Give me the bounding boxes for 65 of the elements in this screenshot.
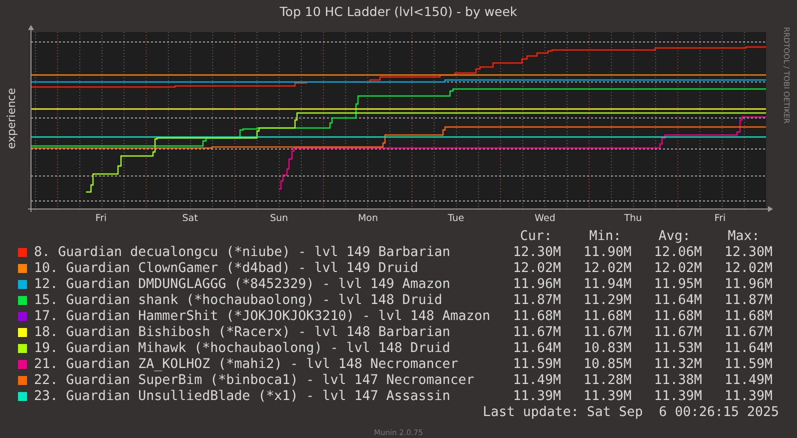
x-axis-label: Fri <box>95 213 107 226</box>
min-value: 11.39M <box>584 388 633 405</box>
min-value: 11.29M <box>584 292 633 309</box>
x-axis-label: Sat <box>182 213 198 226</box>
cur-value: 11.39M <box>513 388 562 405</box>
column-header: Cur: <box>520 228 554 245</box>
max-value: 11.49M <box>724 372 773 389</box>
min-value: 11.67M <box>584 324 633 341</box>
legend-label: 15. Guardian shank (*hochaubaolong) - lvl 148 Druid <box>33 292 444 309</box>
legend-label: 8. Guardian decualongcu (*niube) - lvl 149 Barbarian <box>33 244 452 261</box>
legend-label: 22. Guardian SuperBim (*binboca1) - lvl 147 Necromancer <box>33 372 476 389</box>
legend-label: 12. Guardian DMDUNGLAGGG (*8452329) - lvl 149 Amazon <box>33 276 452 293</box>
legend-label: 21. Guardian ZA_KOLHOZ (*mahi2) - lvl 148 Necromancer <box>33 356 460 373</box>
min-value: 11.90M <box>584 244 633 261</box>
legend-label: 10. Guardian ClownGamer (*d4bad) - lvl 149 Druid <box>33 260 420 277</box>
cur-value: 11.68M <box>513 308 562 325</box>
max-value: 12.02M <box>724 260 773 277</box>
y-axis-label: experience <box>4 88 19 149</box>
avg-value: 11.95M <box>654 276 704 293</box>
avg-value: 11.64M <box>654 292 704 309</box>
cur-value: 11.96M <box>513 276 562 293</box>
max-value: 11.39M <box>724 388 773 405</box>
cur-value: 11.67M <box>513 324 562 341</box>
x-axis-label: Thu <box>624 213 642 226</box>
min-value: 10.85M <box>584 356 633 373</box>
min-value: 12.02M <box>584 260 633 277</box>
min-value: 11.94M <box>584 276 633 293</box>
column-header: Min: <box>589 228 622 245</box>
legend-label: 23. Guardian UnsulliedBlade (*x1) - lvl 147 Assassin <box>33 388 452 405</box>
cur-value: 12.02M <box>513 260 562 277</box>
x-axis-label: Wed <box>534 213 556 226</box>
avg-value: 11.38M <box>654 372 704 389</box>
avg-value: 12.06M <box>654 244 704 261</box>
x-axis-label: Tue <box>448 213 464 226</box>
avg-value: 11.53M <box>654 340 704 357</box>
column-header: Max: <box>728 228 761 245</box>
max-value: 11.59M <box>724 356 773 373</box>
chart-title: Top 10 HC Ladder (lvl<150) - by week <box>280 3 518 22</box>
last-update-text: Last update: Sat Sep 6 00:26:15 2025 <box>482 404 779 421</box>
max-value: 11.68M <box>724 308 773 325</box>
cur-value: 11.59M <box>513 356 562 373</box>
cur-value: 11.64M <box>513 340 562 357</box>
max-value: 11.67M <box>724 324 773 341</box>
max-value: 11.87M <box>724 292 773 309</box>
x-axis-label: Sun <box>270 213 288 226</box>
avg-value: 11.68M <box>654 308 704 325</box>
x-axis-label: Fri <box>714 213 726 226</box>
min-value: 11.28M <box>584 372 633 389</box>
avg-value: 11.39M <box>654 388 704 405</box>
x-axis-label: Mon <box>358 213 378 226</box>
column-header: Avg: <box>658 228 692 245</box>
max-value: 12.30M <box>724 244 773 261</box>
cur-value: 11.49M <box>513 372 562 389</box>
min-value: 10.83M <box>584 340 633 357</box>
avg-value: 11.32M <box>654 356 704 373</box>
legend-label: 18. Guardian Bishibosh (*Racerx) - lvl 148 Barbarian <box>33 324 452 341</box>
cur-value: 12.30M <box>513 244 562 261</box>
min-value: 11.68M <box>584 308 633 325</box>
legend-label: 19. Guardian Mihawk (*hochaubaolong) - lvl 148 Druid <box>33 340 452 357</box>
cur-value: 11.87M <box>513 292 562 309</box>
avg-value: 11.67M <box>654 324 704 341</box>
max-value: 11.96M <box>724 276 773 293</box>
avg-value: 12.02M <box>654 260 704 277</box>
legend-label: 17. Guardian HammerShit (*JOKJOKJOK3210) - lvl 148 Amazon <box>33 308 492 325</box>
max-value: 11.64M <box>724 340 773 357</box>
